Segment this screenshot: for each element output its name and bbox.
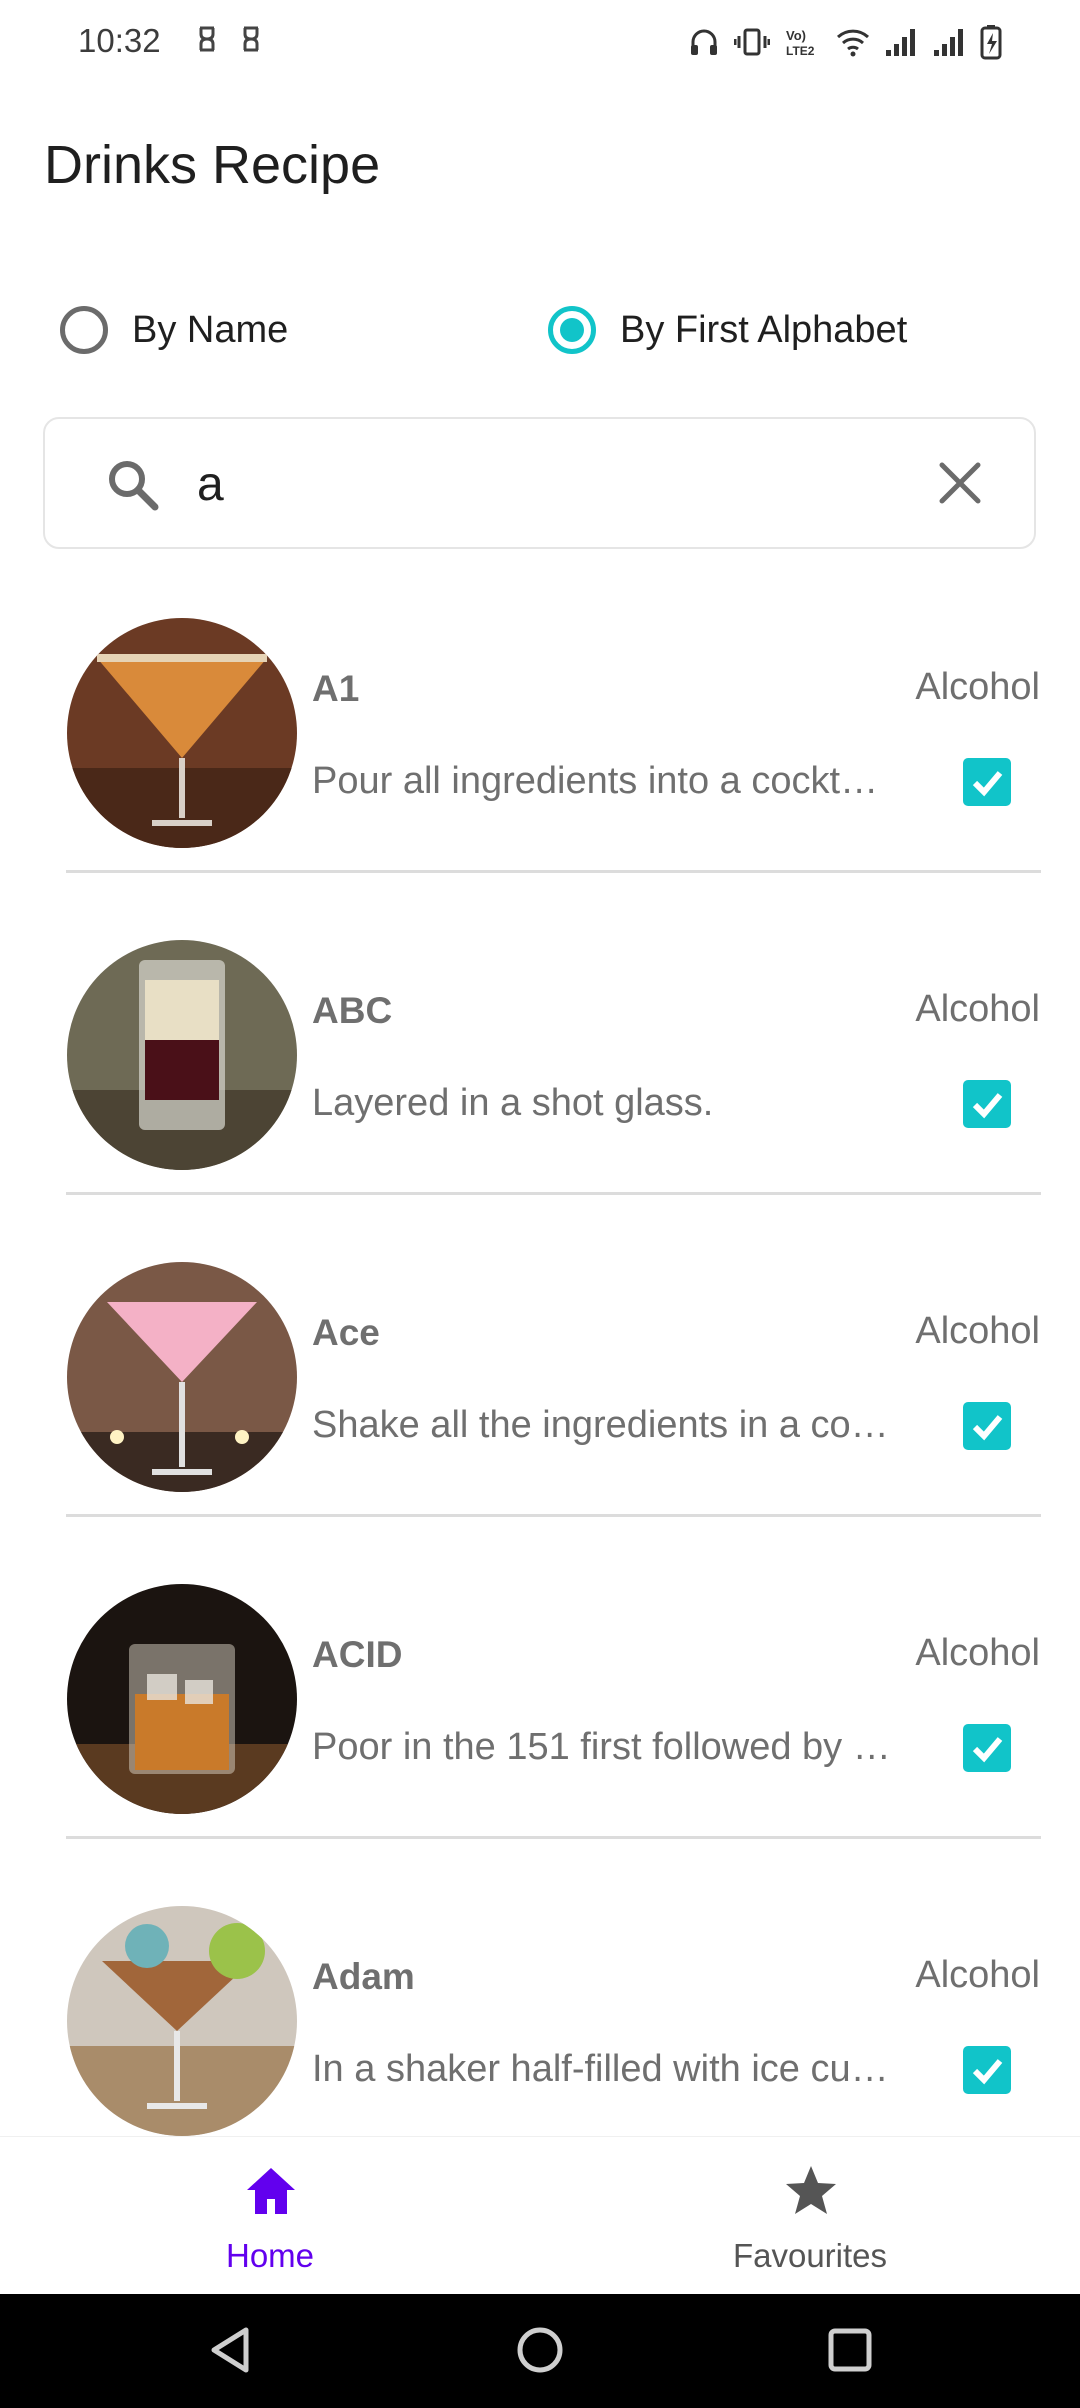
back-icon[interactable] <box>206 2324 254 2376</box>
signal-icon <box>886 29 915 56</box>
drink-name: ACID <box>312 1634 403 1675</box>
drink-instructions: Pour all ingredients into a cockt… <box>312 760 879 802</box>
radio-by-first-alphabet[interactable]: By First Alphabet <box>548 295 907 365</box>
svg-text:Vo): Vo) <box>786 28 806 43</box>
star-icon <box>786 2166 836 2214</box>
drink-category: Alcohol <box>915 666 1040 708</box>
notification-icon <box>199 26 215 52</box>
drink-name: A1 <box>312 668 360 709</box>
search-bar <box>43 417 1036 549</box>
drink-image <box>67 1584 297 1814</box>
favourite-checkbox[interactable] <box>963 1402 1011 1450</box>
drink-instructions: Poor in the 151 first followed by … <box>312 1726 891 1768</box>
drink-category: Alcohol <box>915 988 1040 1030</box>
favourite-checkbox[interactable] <box>963 1724 1011 1772</box>
divider <box>66 1836 1041 1839</box>
drink-image <box>67 1262 297 1492</box>
search-input[interactable] <box>195 447 939 521</box>
drink-category: Alcohol <box>915 1954 1040 1996</box>
system-navigation-bar <box>0 2294 1080 2408</box>
vibrate-icon <box>734 28 770 56</box>
nav-label: Home <box>225 2237 315 2274</box>
status-time: 10:32 <box>78 22 161 59</box>
radio-button-checked[interactable] <box>548 306 596 354</box>
favourite-checkbox[interactable] <box>963 2046 1011 2094</box>
nav-favourites[interactable]: Favourites <box>540 2137 1080 2295</box>
favourite-checkbox[interactable] <box>963 758 1011 806</box>
divider <box>66 1192 1041 1195</box>
drink-category: Alcohol <box>915 1632 1040 1674</box>
drink-thumbnail <box>67 618 297 848</box>
divider <box>66 1514 1041 1517</box>
drink-thumbnail <box>67 940 297 1170</box>
svg-text:LTE2: LTE2 <box>786 44 815 58</box>
notification-icon <box>243 26 259 52</box>
wifi-icon <box>836 29 870 57</box>
drink-name: Adam <box>312 1956 415 1997</box>
search-icon <box>109 461 159 511</box>
drink-thumbnail <box>67 1906 297 2136</box>
radio-label: By First Alphabet <box>620 308 908 351</box>
home-circle-icon[interactable] <box>514 2324 566 2376</box>
status-bar: 10:32 Vo) LTE2 <box>0 0 1080 90</box>
drink-name: Ace <box>312 1312 380 1353</box>
drink-image <box>67 1906 297 2136</box>
headphones-icon <box>691 29 717 55</box>
check-icon <box>972 2059 1003 2085</box>
favourite-checkbox[interactable] <box>963 1080 1011 1128</box>
radio-label: By Name <box>132 308 289 351</box>
list-item[interactable]: Ace Alcohol Shake all the ingredients in… <box>0 1244 1080 1566</box>
drink-name: ABC <box>312 990 393 1031</box>
check-icon <box>972 1415 1003 1441</box>
nav-label: Favourites <box>732 2237 888 2274</box>
signal-icon <box>934 29 963 56</box>
search-mode-group: By Name By First Alphabet <box>56 295 1036 365</box>
drink-image <box>67 618 297 848</box>
volte-icon: Vo) LTE2 <box>786 28 815 58</box>
battery-charging-icon <box>980 25 1002 60</box>
drink-category: Alcohol <box>915 1310 1040 1352</box>
list-item[interactable]: A1 Alcohol Pour all ingredients into a c… <box>0 600 1080 922</box>
drink-image <box>67 940 297 1170</box>
radio-by-name[interactable]: By Name <box>60 295 288 365</box>
recents-icon[interactable] <box>826 2324 874 2376</box>
drink-instructions: Layered in a shot glass. <box>312 1082 714 1124</box>
nav-home[interactable]: Home <box>0 2137 540 2295</box>
drink-thumbnail <box>67 1584 297 1814</box>
radio-button-unchecked[interactable] <box>60 306 108 354</box>
home-icon <box>247 2168 295 2214</box>
close-icon[interactable] <box>938 461 982 505</box>
drink-instructions: Shake all the ingredients in a co… <box>312 1404 889 1446</box>
list-item[interactable]: ABC Alcohol Layered in a shot glass. <box>0 922 1080 1244</box>
status-left-icons <box>196 24 262 54</box>
status-right-icons: Vo) LTE2 <box>688 24 1002 60</box>
list-item[interactable]: ACID Alcohol Poor in the 151 first follo… <box>0 1566 1080 1888</box>
page-title: Drinks Recipe <box>44 135 381 195</box>
check-icon <box>972 771 1003 797</box>
bottom-navigation: Home Favourites <box>0 2136 1080 2295</box>
drink-thumbnail <box>67 1262 297 1492</box>
drink-instructions: In a shaker half-filled with ice cu… <box>312 2048 889 2090</box>
radio-dot <box>560 318 584 342</box>
check-icon <box>972 1093 1003 1119</box>
divider <box>66 870 1041 873</box>
check-icon <box>972 1737 1003 1763</box>
